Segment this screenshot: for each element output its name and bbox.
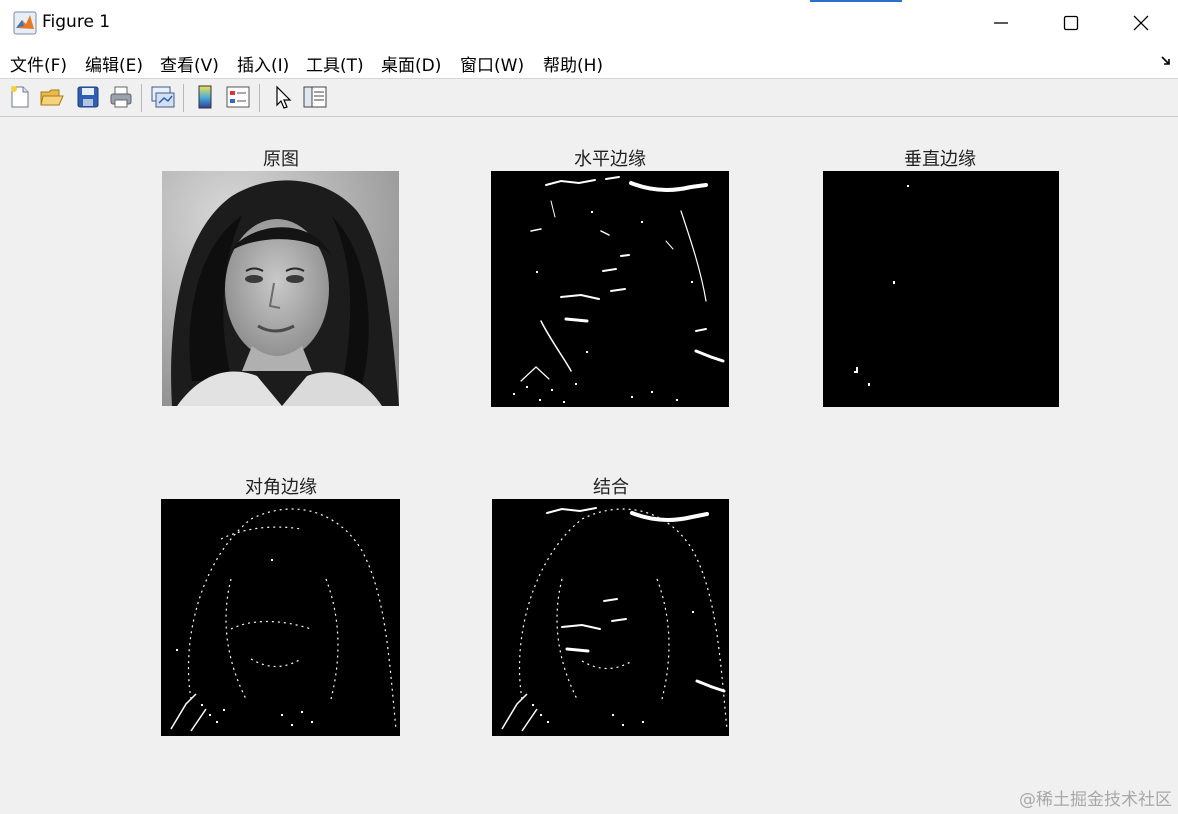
maximize-icon	[1063, 15, 1079, 30]
menu-file[interactable]: 文件(F)	[10, 51, 67, 76]
toolbar-separator	[141, 84, 142, 112]
printer-icon	[110, 86, 132, 108]
title-bar-accent	[810, 0, 902, 2]
original-image	[162, 171, 399, 406]
new-file-icon	[11, 86, 29, 108]
horizontal-edge-map	[513, 176, 725, 403]
watermark: @稀土掘金技术社区	[1019, 790, 1172, 810]
menu-view[interactable]: 查看(V)	[160, 51, 219, 76]
diagonal-edge-map	[170, 508, 397, 732]
diagonal-edge-image	[161, 499, 400, 736]
dock-arrow-icon[interactable]	[1160, 55, 1172, 67]
open-file-button[interactable]	[39, 84, 65, 110]
pointer-arrow-icon	[276, 85, 292, 109]
menu-bar: 文件(F) 编辑(E) 查看(V) 插入(I) 工具(T) 桌面(D) 窗口(W…	[0, 45, 1178, 79]
menu-insert[interactable]: 插入(I)	[237, 51, 289, 76]
vertical-edge-map	[854, 185, 909, 386]
save-icon	[77, 86, 99, 108]
colorbar-icon	[198, 85, 212, 109]
toolbar-separator	[183, 84, 184, 112]
panel-title-original: 原图	[263, 149, 299, 170]
menu-edit[interactable]: 编辑(E)	[85, 51, 143, 76]
close-icon	[1133, 15, 1149, 30]
matlab-icon	[13, 11, 37, 35]
menu-window[interactable]: 窗口(W)	[460, 51, 524, 76]
minimize-button[interactable]	[966, 0, 1036, 45]
combined-edge-image	[492, 499, 729, 736]
panel-title-diagonal-edge: 对角边缘	[245, 477, 317, 498]
property-inspector-icon	[303, 86, 327, 108]
panel-title-combined: 结合	[593, 477, 629, 498]
insert-legend-button[interactable]	[225, 84, 251, 110]
menu-help[interactable]: 帮助(H)	[543, 51, 603, 76]
window-title: Figure 1	[42, 12, 111, 32]
property-inspector-button[interactable]	[302, 84, 328, 110]
toolbar	[0, 79, 1178, 117]
portrait-photo	[162, 171, 399, 406]
edit-plot-button[interactable]	[270, 84, 296, 110]
print-button[interactable]	[108, 84, 134, 110]
legend-icon	[226, 86, 250, 108]
title-bar: Figure 1	[0, 0, 1178, 45]
panel-title-horizontal-edge: 水平边缘	[574, 149, 646, 170]
folder-open-icon	[40, 89, 64, 106]
link-plot-icon	[151, 86, 175, 108]
panel-title-vertical-edge: 垂直边缘	[904, 149, 976, 170]
toolbar-separator	[259, 84, 260, 112]
maximize-button[interactable]	[1036, 0, 1106, 45]
minimize-icon	[994, 21, 1008, 24]
menu-desktop[interactable]: 桌面(D)	[381, 51, 441, 76]
horizontal-edge-image	[491, 171, 729, 407]
close-button[interactable]	[1106, 0, 1176, 45]
combined-edge-map	[501, 507, 728, 732]
vertical-edge-image	[823, 171, 1059, 407]
menu-tools[interactable]: 工具(T)	[306, 51, 364, 76]
new-figure-button[interactable]	[7, 84, 33, 110]
save-button[interactable]	[75, 84, 101, 110]
link-plot-button[interactable]	[150, 84, 176, 110]
insert-colorbar-button[interactable]	[192, 84, 218, 110]
